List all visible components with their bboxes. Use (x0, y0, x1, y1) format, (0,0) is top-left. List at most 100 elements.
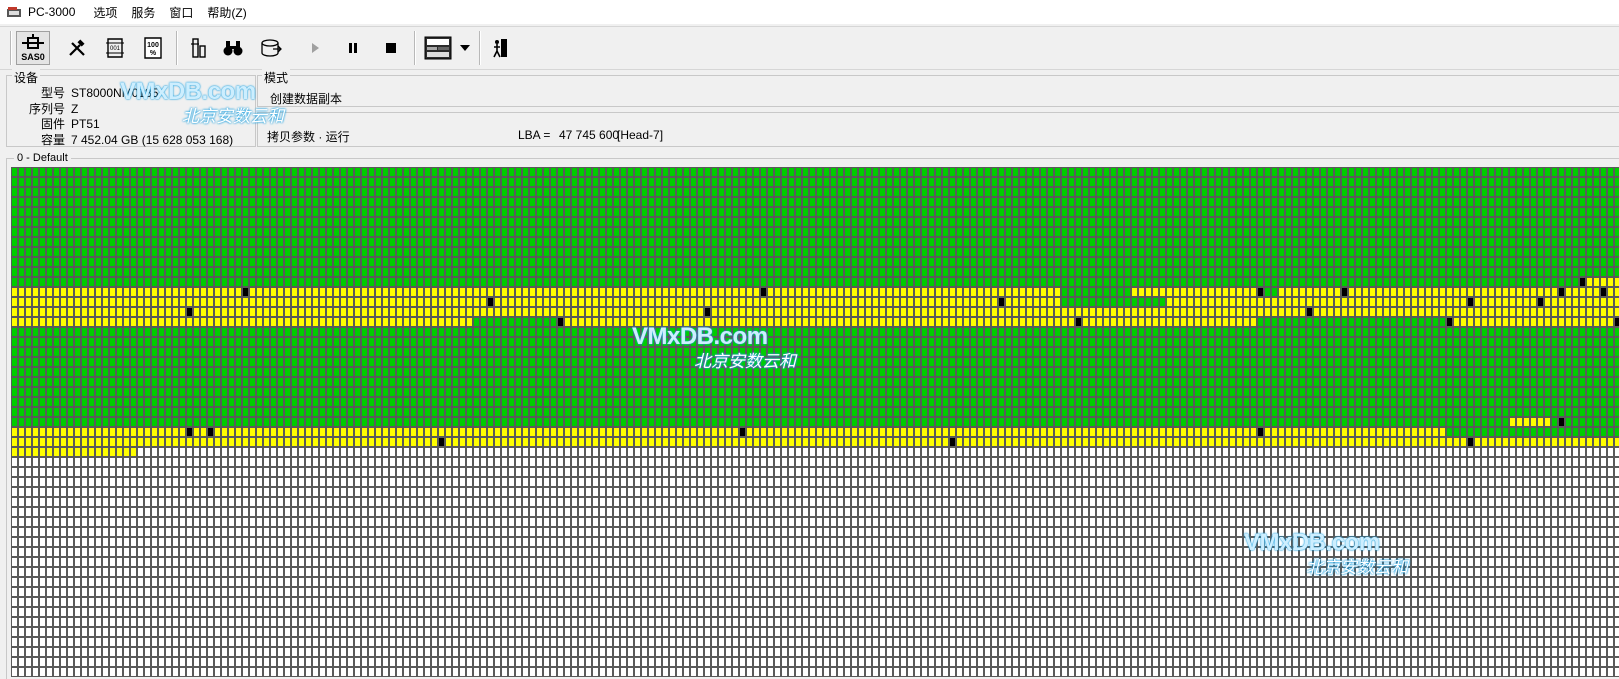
sector-block (47, 218, 53, 227)
sector-block (124, 368, 130, 377)
sector-block (68, 258, 74, 267)
sector-block (642, 308, 648, 317)
sector-block (845, 248, 851, 257)
sector-block (1482, 248, 1488, 257)
sector-block (754, 308, 760, 317)
menu-window[interactable]: 窗口 (169, 4, 193, 21)
sector-block (537, 248, 543, 257)
sector-block (1097, 228, 1103, 237)
menu-help[interactable]: 帮助(Z) (207, 4, 246, 21)
sector-block (649, 218, 655, 227)
sector-block (1251, 318, 1257, 327)
menu-options[interactable]: 选项 (93, 4, 117, 21)
sector-block (229, 268, 235, 277)
sector-block (432, 228, 438, 237)
sector-block (642, 348, 648, 357)
sector-block (1496, 348, 1502, 357)
sector-block (873, 198, 879, 207)
sector-block (558, 178, 564, 187)
sector-block (1356, 308, 1362, 317)
sector-block (1237, 278, 1243, 287)
sector-block (1608, 338, 1614, 347)
sector-block (1132, 248, 1138, 257)
sector-block (824, 278, 830, 287)
sas-port-button[interactable]: SAS0 (16, 31, 50, 65)
sector-block (1468, 208, 1474, 217)
exit-button[interactable] (484, 31, 518, 65)
sector-block (481, 218, 487, 227)
sector-block (1433, 288, 1439, 297)
sector-block (495, 278, 501, 287)
sector-block (425, 368, 431, 377)
sector-block (1097, 198, 1103, 207)
test-percent-button[interactable]: 100 % (136, 31, 170, 65)
sector-block (474, 178, 480, 187)
sector-block (1034, 268, 1040, 277)
sector-block (1090, 248, 1096, 257)
sector-block (1286, 328, 1292, 337)
sector-block (257, 168, 263, 177)
sector-block (1587, 348, 1593, 357)
sector-block (565, 288, 571, 297)
tools-button[interactable] (60, 31, 94, 65)
sector-block (1286, 228, 1292, 237)
sector-block (495, 298, 501, 307)
sector-block (1195, 198, 1201, 207)
menu-service[interactable]: 服务 (131, 4, 155, 21)
sector-block (1531, 368, 1537, 377)
sector-block (334, 208, 340, 217)
pause-button[interactable] (336, 31, 370, 65)
sector-block (1468, 288, 1474, 297)
sector-block (1349, 358, 1355, 367)
head-map-button[interactable] (182, 31, 216, 65)
play-button[interactable] (298, 31, 332, 65)
stop-button[interactable] (374, 31, 408, 65)
sector-block (572, 268, 578, 277)
sector-block (397, 288, 403, 297)
sector-block (551, 278, 557, 287)
sector-map-title: 0 - Default (14, 152, 71, 164)
sector-block (1482, 198, 1488, 207)
sector-block (306, 168, 312, 177)
sector-block (1468, 268, 1474, 277)
sector-block (1447, 278, 1453, 287)
sector-block (1496, 258, 1502, 267)
sector-block (971, 298, 977, 307)
sector-block (54, 378, 60, 387)
sector-block (1594, 228, 1600, 237)
sector-block (1349, 168, 1355, 177)
sector-block (1566, 368, 1572, 377)
sector-block (257, 368, 263, 377)
sector-block (1083, 348, 1089, 357)
sector-block (789, 368, 795, 377)
search-button[interactable] (216, 31, 250, 65)
sector-block (1601, 278, 1607, 287)
sector-map-grid[interactable] (11, 167, 1619, 677)
sector-block (467, 218, 473, 227)
sector-block (75, 258, 81, 267)
sector-block (1503, 338, 1509, 347)
sector-block (1447, 168, 1453, 177)
sector-block (1027, 348, 1033, 357)
sector-block (1398, 298, 1404, 307)
sector-block (502, 358, 508, 367)
sector-block (264, 268, 270, 277)
exit-door-icon (491, 37, 511, 59)
sector-block (551, 308, 557, 317)
sector-block (1188, 368, 1194, 377)
sector-block (1146, 168, 1152, 177)
sector-block (1265, 238, 1271, 247)
sector-block (474, 328, 480, 337)
map-view-button[interactable] (420, 31, 456, 65)
sector-block (999, 278, 1005, 287)
sector-block (82, 278, 88, 287)
sector-block (1125, 228, 1131, 237)
sector-block (355, 238, 361, 247)
disk-export-button[interactable] (254, 31, 288, 65)
map-view-dropdown[interactable] (456, 31, 474, 65)
sector-block (817, 188, 823, 197)
sector-block (880, 168, 886, 177)
firmware-button[interactable]: 001 (98, 31, 132, 65)
sector-block (390, 228, 396, 237)
sector-block (1580, 318, 1586, 327)
